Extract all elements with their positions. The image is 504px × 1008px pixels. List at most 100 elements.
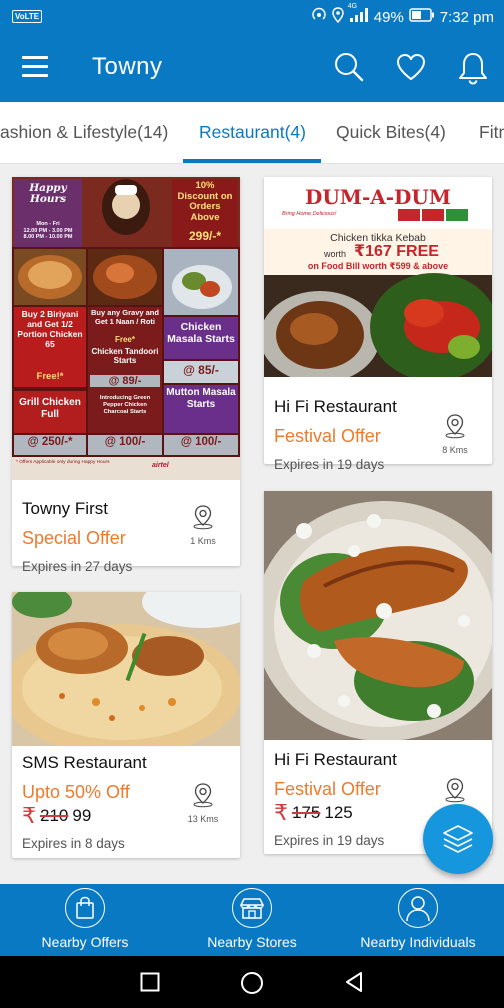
offers-feed[interactable]: Happy Hours Mon - Fri 12.00 PM - 3.00 PM… [0, 164, 504, 884]
nav-label: Nearby Offers [41, 934, 129, 950]
status-bar: VoLTE 4G 49% 7:32 pm [0, 0, 504, 34]
poster-charcoal: Introducing Green Pepper Chicken Charcoa… [99, 395, 151, 415]
offer-label: Special Offer [22, 528, 126, 548]
person-icon [398, 888, 438, 928]
offer-card[interactable]: Happy Hours Mon - Fri 12.00 PM - 3.00 PM… [12, 177, 240, 574]
tab-fashion-lifestyle[interactable]: ashion & Lifestyle(14) [0, 122, 168, 143]
nav-nearby-stores[interactable]: Nearby Stores [187, 884, 317, 956]
poster-price-250: @ 250/-* [27, 436, 73, 448]
poster-tandoori: Chicken Tandoori Starts [91, 347, 159, 365]
store-name: Hi Fi Restaurant [274, 397, 397, 416]
signal-icon: 4G [348, 3, 369, 27]
bell-icon[interactable] [457, 51, 489, 85]
store-icon [232, 888, 272, 928]
poster-condition: on Food Bill worth ₹599 & above [307, 261, 449, 271]
poster-gravy-free: Free* [114, 335, 135, 344]
offer-label: Festival Offer [274, 779, 381, 799]
distance-label: 13 Kms [187, 814, 219, 824]
rupee-icon: ₹ [274, 800, 288, 825]
price-row: ₹ 210 99 [22, 805, 91, 827]
tab-quick-bites[interactable]: Quick Bites(4) [336, 122, 446, 143]
offer-card[interactable]: SMS Restaurant Upto 50% Off ₹ 210 99 Exp… [12, 592, 240, 858]
price-row: ₹ 175 125 [274, 802, 353, 824]
hotspot-icon [311, 7, 327, 27]
location-icon [332, 7, 344, 27]
poster-happy-hours: Happy Hours [29, 182, 67, 205]
expiry-text: Expires in 27 days [22, 559, 133, 574]
search-icon[interactable] [333, 51, 365, 83]
airtel-logo: airtel [152, 462, 169, 469]
poster-footnote: * Offers Applicable only during Happy Ho… [16, 460, 110, 465]
network-type: 4G [347, 3, 358, 10]
app-title: Towny [92, 53, 163, 80]
expiry-text: Expires in 19 days [274, 833, 385, 848]
original-price: 175 [292, 803, 321, 822]
biryani-photo [12, 592, 240, 746]
brand-logo-text: DUM-A-DUM [305, 185, 451, 209]
poster-amount: ₹167 FREE [354, 243, 439, 260]
poster-biriyani-offer: Buy 2 Biriyani and Get 1/2 Portion Chick… [17, 309, 83, 349]
offer-poster-image: DUM-A-DUM Bring Home Delicious! Chicken … [264, 177, 492, 377]
poster-mutton: Mutton Masala Starts [166, 387, 236, 410]
poster-price-100-b: @ 100/- [180, 436, 222, 448]
rupee-icon: ₹ [22, 803, 36, 828]
tab-restaurant[interactable]: Restaurant(4) [199, 122, 306, 143]
offer-card[interactable]: DUM-A-DUM Bring Home Delicious! Chicken … [264, 177, 492, 472]
nav-nearby-individuals[interactable]: Nearby Individuals [350, 884, 486, 956]
battery-icon [409, 8, 435, 26]
expiry-text: Expires in 8 days [22, 836, 125, 851]
distance-indicator: 13 Kms [178, 782, 228, 824]
recents-icon[interactable] [140, 972, 160, 992]
store-name: Towny First [22, 499, 108, 518]
poster-discount: 10% Discount on Orders Above [177, 180, 233, 223]
salad-photo [264, 491, 492, 740]
battery-percent: 49% [373, 8, 404, 26]
active-tab-indicator [183, 159, 321, 163]
poster-price-89: @ 89/- [90, 375, 160, 387]
poster-price-85: @ 85/- [183, 363, 219, 377]
poster-gravy-offer: Buy any Gravy and Get 1 Naan / Roti [91, 308, 159, 326]
nav-label: Nearby Stores [207, 934, 297, 950]
offer-price: 99 [72, 806, 92, 825]
layers-icon [443, 825, 473, 853]
poster-price-100-a: @ 100/- [104, 436, 146, 448]
back-icon[interactable] [344, 971, 364, 993]
menu-icon[interactable] [22, 56, 48, 78]
poster-grill: Grill Chicken Full [19, 397, 81, 420]
bottom-navigation: Nearby Offers Nearby Stores Nearby Indiv… [0, 884, 504, 956]
home-icon[interactable] [240, 971, 264, 995]
heart-icon[interactable] [395, 51, 427, 83]
layers-fab-button[interactable] [423, 804, 493, 874]
nav-nearby-offers[interactable]: Nearby Offers [20, 884, 150, 956]
distance-label: 1 Kms [190, 536, 216, 546]
map-pin-icon [193, 505, 213, 530]
offer-price: 125 [324, 803, 353, 822]
store-name: SMS Restaurant [22, 753, 147, 772]
distance-indicator: 1 Kms [178, 504, 228, 546]
volte-badge: VoLTE [12, 10, 43, 23]
distance-label: 8 Kms [442, 445, 468, 455]
poster-timings: Mon - Fri 12.00 PM - 3.00 PM 8.00 PM - 1… [23, 221, 73, 240]
offer-label: Upto 50% Off [22, 782, 130, 802]
clock: 7:32 pm [439, 8, 494, 26]
poster-free: Free!* [36, 371, 64, 382]
distance-indicator: 8 Kms [430, 413, 480, 455]
system-navigation-bar [0, 956, 504, 1008]
map-pin-icon [445, 414, 465, 439]
original-price: 210 [40, 806, 69, 825]
expiry-text: Expires in 19 days [274, 457, 385, 472]
tab-fitness[interactable]: Fitn [479, 122, 504, 143]
nav-label: Nearby Individuals [360, 934, 476, 950]
shopping-bag-icon [65, 888, 105, 928]
map-pin-icon [193, 783, 213, 808]
app-bar: Towny [0, 34, 504, 102]
status-icons: 4G 49% 7:32 pm [311, 3, 494, 27]
poster-worth: worth [324, 249, 347, 259]
brand-tagline: Bring Home Delicious! [282, 211, 337, 217]
store-name: Hi Fi Restaurant [274, 750, 397, 769]
map-pin-icon [445, 778, 465, 803]
poster-chicken-masala: Chicken Masala Starts [167, 321, 235, 345]
offer-label: Festival Offer [274, 426, 381, 446]
poster-discount-min: 299/-* [188, 229, 222, 243]
offer-card[interactable]: Hi Fi Restaurant Festival Offer ₹ 175 12… [264, 491, 492, 854]
